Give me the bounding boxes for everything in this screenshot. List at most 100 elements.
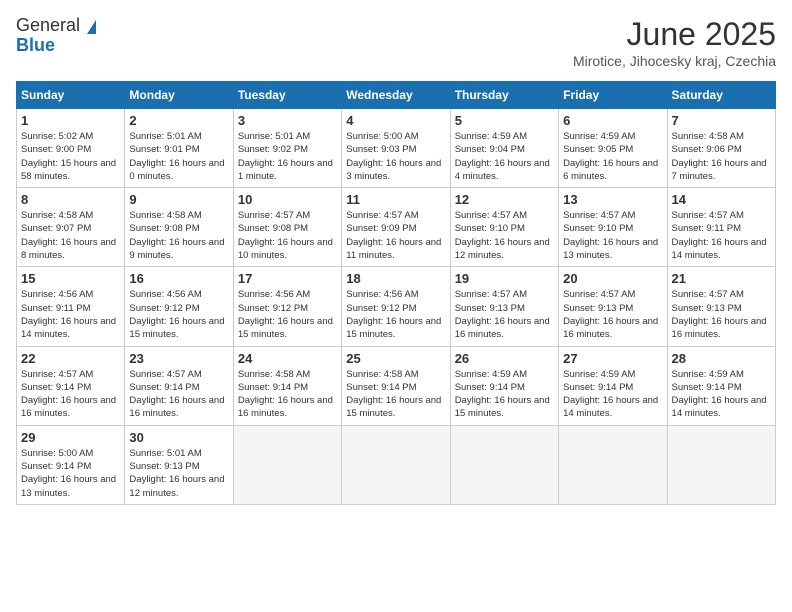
table-row: 16 Sunrise: 4:56 AM Sunset: 9:12 PM Dayli…	[125, 267, 233, 346]
table-row: 12 Sunrise: 4:57 AM Sunset: 9:10 PM Dayli…	[450, 188, 558, 267]
day-number: 4	[346, 113, 445, 128]
logo-general-text: General	[16, 15, 80, 35]
table-row: 6Sunrise: 4:59 AM Sunset: 9:05 PM Daylig…	[559, 109, 667, 188]
day-number: 17	[238, 271, 337, 286]
day-info: Sunrise: 5:00 AM Sunset: 9:14 PM Dayligh…	[21, 447, 120, 500]
table-row: 10 Sunrise: 4:57 AM Sunset: 9:08 PM Dayli…	[233, 188, 341, 267]
day-info: Sunrise: 4:57 AM Sunset: 9:10 PM Dayligh…	[563, 209, 662, 262]
logo-blue-text: Blue	[16, 35, 55, 55]
day-number: 28	[672, 351, 771, 366]
day-info: Sunrise: 4:57 AM Sunset: 9:08 PM Dayligh…	[238, 209, 337, 262]
table-row: 9 Sunrise: 4:58 AM Sunset: 9:08 PM Daylig…	[125, 188, 233, 267]
day-number: 30	[129, 430, 228, 445]
day-info: Sunrise: 4:57 AM Sunset: 9:11 PM Dayligh…	[672, 209, 771, 262]
calendar-row: 15Sunrise: 4:56 AM Sunset: 9:11 PM Dayli…	[17, 267, 776, 346]
day-number: 11	[346, 192, 445, 207]
day-number: 26	[455, 351, 554, 366]
table-row	[233, 425, 341, 504]
day-number: 15	[21, 271, 120, 286]
table-row: 18 Sunrise: 4:56 AM Sunset: 9:12 PM Dayli…	[342, 267, 450, 346]
logo-line1: General	[16, 16, 96, 36]
day-number: 13	[563, 192, 662, 207]
day-number: 9	[129, 192, 228, 207]
day-number: 5	[455, 113, 554, 128]
day-info: Sunrise: 4:56 AM Sunset: 9:12 PM Dayligh…	[346, 288, 445, 341]
day-number: 21	[672, 271, 771, 286]
day-info: Sunrise: 4:57 AM Sunset: 9:13 PM Dayligh…	[672, 288, 771, 341]
table-row: 1Sunrise: 5:02 AM Sunset: 9:00 PM Daylig…	[17, 109, 125, 188]
day-number: 2	[129, 113, 228, 128]
day-info: Sunrise: 4:59 AM Sunset: 9:14 PM Dayligh…	[563, 368, 662, 421]
calendar-row: 8 Sunrise: 4:58 AM Sunset: 9:07 PM Daylig…	[17, 188, 776, 267]
day-info: Sunrise: 4:57 AM Sunset: 9:10 PM Dayligh…	[455, 209, 554, 262]
day-number: 18	[346, 271, 445, 286]
day-number: 3	[238, 113, 337, 128]
month-title: June 2025	[573, 16, 776, 53]
day-info: Sunrise: 4:58 AM Sunset: 9:08 PM Dayligh…	[129, 209, 228, 262]
day-number: 29	[21, 430, 120, 445]
table-row: 2 Sunrise: 5:01 AM Sunset: 9:01 PM Daylig…	[125, 109, 233, 188]
day-info: Sunrise: 4:57 AM Sunset: 9:13 PM Dayligh…	[455, 288, 554, 341]
day-info: Sunrise: 4:58 AM Sunset: 9:14 PM Dayligh…	[238, 368, 337, 421]
table-row: 14 Sunrise: 4:57 AM Sunset: 9:11 PM Dayli…	[667, 188, 775, 267]
table-row: 27 Sunrise: 4:59 AM Sunset: 9:14 PM Dayli…	[559, 346, 667, 425]
day-number: 8	[21, 192, 120, 207]
table-row: 22Sunrise: 4:57 AM Sunset: 9:14 PM Dayli…	[17, 346, 125, 425]
day-info: Sunrise: 4:59 AM Sunset: 9:05 PM Dayligh…	[563, 130, 662, 183]
logo-line2: Blue	[16, 36, 96, 56]
day-info: Sunrise: 4:56 AM Sunset: 9:12 PM Dayligh…	[129, 288, 228, 341]
table-row: 13 Sunrise: 4:57 AM Sunset: 9:10 PM Dayli…	[559, 188, 667, 267]
weekday-sunday: Sunday	[17, 82, 125, 109]
table-row: 4Sunrise: 5:00 AM Sunset: 9:03 PM Daylig…	[342, 109, 450, 188]
logo-triangle-icon	[87, 20, 96, 34]
day-number: 7	[672, 113, 771, 128]
calendar-table: Sunday Monday Tuesday Wednesday Thursday…	[16, 81, 776, 505]
table-row	[450, 425, 558, 504]
day-info: Sunrise: 5:01 AM Sunset: 9:02 PM Dayligh…	[238, 130, 337, 183]
day-number: 10	[238, 192, 337, 207]
calendar-row: 22Sunrise: 4:57 AM Sunset: 9:14 PM Dayli…	[17, 346, 776, 425]
day-number: 16	[129, 271, 228, 286]
table-row: 30 Sunrise: 5:01 AM Sunset: 9:13 PM Dayli…	[125, 425, 233, 504]
table-row: 24 Sunrise: 4:58 AM Sunset: 9:14 PM Dayli…	[233, 346, 341, 425]
table-row: 29 Sunrise: 5:00 AM Sunset: 9:14 PM Dayli…	[17, 425, 125, 504]
table-row: 21 Sunrise: 4:57 AM Sunset: 9:13 PM Dayli…	[667, 267, 775, 346]
calendar-header-row: Sunday Monday Tuesday Wednesday Thursday…	[17, 82, 776, 109]
table-row: 17Sunrise: 4:56 AM Sunset: 9:12 PM Dayli…	[233, 267, 341, 346]
page-header: General Blue June 2025 Mirotice, Jihoces…	[16, 16, 776, 69]
day-info: Sunrise: 4:58 AM Sunset: 9:07 PM Dayligh…	[21, 209, 120, 262]
day-number: 12	[455, 192, 554, 207]
day-info: Sunrise: 4:59 AM Sunset: 9:14 PM Dayligh…	[455, 368, 554, 421]
table-row	[559, 425, 667, 504]
table-row: 5 Sunrise: 4:59 AM Sunset: 9:04 PM Daylig…	[450, 109, 558, 188]
weekday-thursday: Thursday	[450, 82, 558, 109]
day-number: 24	[238, 351, 337, 366]
table-row: 26 Sunrise: 4:59 AM Sunset: 9:14 PM Dayli…	[450, 346, 558, 425]
day-info: Sunrise: 5:01 AM Sunset: 9:01 PM Dayligh…	[129, 130, 228, 183]
day-number: 14	[672, 192, 771, 207]
logo: General Blue	[16, 16, 96, 56]
day-number: 25	[346, 351, 445, 366]
day-number: 19	[455, 271, 554, 286]
day-info: Sunrise: 4:57 AM Sunset: 9:13 PM Dayligh…	[563, 288, 662, 341]
day-number: 27	[563, 351, 662, 366]
day-info: Sunrise: 5:01 AM Sunset: 9:13 PM Dayligh…	[129, 447, 228, 500]
table-row	[342, 425, 450, 504]
day-info: Sunrise: 4:58 AM Sunset: 9:14 PM Dayligh…	[346, 368, 445, 421]
day-info: Sunrise: 5:02 AM Sunset: 9:00 PM Dayligh…	[21, 130, 120, 183]
table-row: 25 Sunrise: 4:58 AM Sunset: 9:14 PM Dayli…	[342, 346, 450, 425]
table-row	[667, 425, 775, 504]
weekday-tuesday: Tuesday	[233, 82, 341, 109]
day-info: Sunrise: 4:58 AM Sunset: 9:06 PM Dayligh…	[672, 130, 771, 183]
table-row: 3 Sunrise: 5:01 AM Sunset: 9:02 PM Daylig…	[233, 109, 341, 188]
day-number: 23	[129, 351, 228, 366]
table-row: 28 Sunrise: 4:59 AM Sunset: 9:14 PM Dayli…	[667, 346, 775, 425]
location-title: Mirotice, Jihocesky kraj, Czechia	[573, 53, 776, 69]
table-row: 7 Sunrise: 4:58 AM Sunset: 9:06 PM Daylig…	[667, 109, 775, 188]
table-row: 8 Sunrise: 4:58 AM Sunset: 9:07 PM Daylig…	[17, 188, 125, 267]
day-info: Sunrise: 4:57 AM Sunset: 9:09 PM Dayligh…	[346, 209, 445, 262]
day-info: Sunrise: 4:59 AM Sunset: 9:04 PM Dayligh…	[455, 130, 554, 183]
weekday-wednesday: Wednesday	[342, 82, 450, 109]
weekday-saturday: Saturday	[667, 82, 775, 109]
day-info: Sunrise: 4:59 AM Sunset: 9:14 PM Dayligh…	[672, 368, 771, 421]
